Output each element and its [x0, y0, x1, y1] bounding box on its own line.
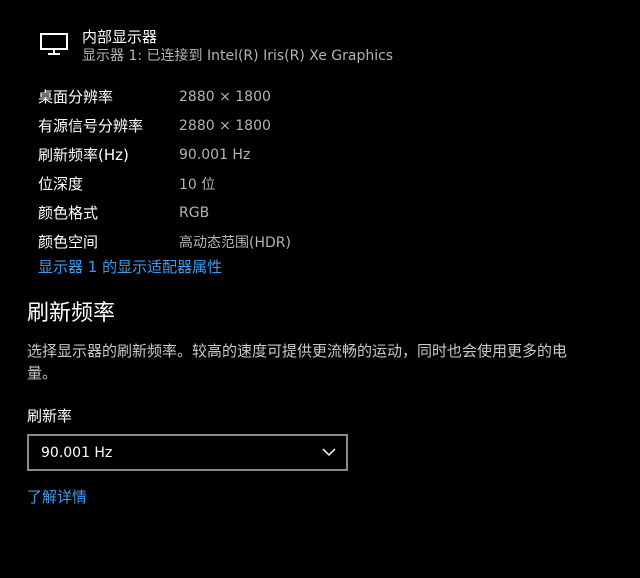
refresh-rate-section-title: 刷新频率: [27, 301, 116, 326]
refresh-rate-label: 刷新率: [27, 407, 73, 425]
display-name: 内部显示器: [82, 28, 158, 46]
property-row: 颜色空间 高动态范围(HDR): [38, 227, 291, 256]
property-value: 2880 × 1800: [179, 117, 271, 134]
property-label: 刷新频率(Hz): [38, 146, 129, 164]
learn-more-link[interactable]: 了解详情: [27, 486, 87, 507]
property-row: 有源信号分辨率 2880 × 1800: [38, 111, 291, 140]
property-row: 位深度 10 位: [38, 169, 291, 198]
property-value: RGB: [179, 204, 210, 221]
display-properties: 桌面分辨率 2880 × 1800 有源信号分辨率 2880 × 1800 刷新…: [38, 82, 291, 256]
property-label: 颜色空间: [38, 233, 99, 251]
monitor-icon: [40, 33, 68, 55]
chevron-down-icon: [322, 448, 336, 457]
property-label: 有源信号分辨率: [38, 117, 144, 135]
property-value: 高动态范围(HDR): [179, 234, 291, 251]
property-row: 刷新频率(Hz) 90.001 Hz: [38, 140, 291, 169]
refresh-rate-description: 选择显示器的刷新频率。较高的速度可提供更流畅的运动，同时也会使用更多的电量。: [27, 342, 568, 382]
display-info: 内部显示器 显示器 1: 已连接到 Intel(R) Iris(R) Xe Gr…: [82, 28, 393, 66]
property-label: 颜色格式: [38, 204, 99, 222]
property-value: 10 位: [179, 176, 216, 193]
property-row: 颜色格式 RGB: [38, 198, 291, 227]
property-value: 2880 × 1800: [179, 88, 271, 105]
adapter-properties-link[interactable]: 显示器 1 的显示适配器属性: [38, 256, 222, 277]
property-label: 位深度: [38, 175, 84, 193]
property-label: 桌面分辨率: [38, 88, 114, 106]
display-connection: 显示器 1: 已连接到 Intel(R) Iris(R) Xe Graphics: [82, 48, 394, 64]
property-value: 90.001 Hz: [179, 146, 251, 163]
property-row: 桌面分辨率 2880 × 1800: [38, 82, 291, 111]
refresh-rate-dropdown[interactable]: 90.001 Hz: [27, 434, 348, 471]
refresh-rate-selected-value: 90.001 Hz: [41, 444, 113, 461]
display-header: 内部显示器 显示器 1: 已连接到 Intel(R) Iris(R) Xe Gr…: [40, 28, 393, 66]
